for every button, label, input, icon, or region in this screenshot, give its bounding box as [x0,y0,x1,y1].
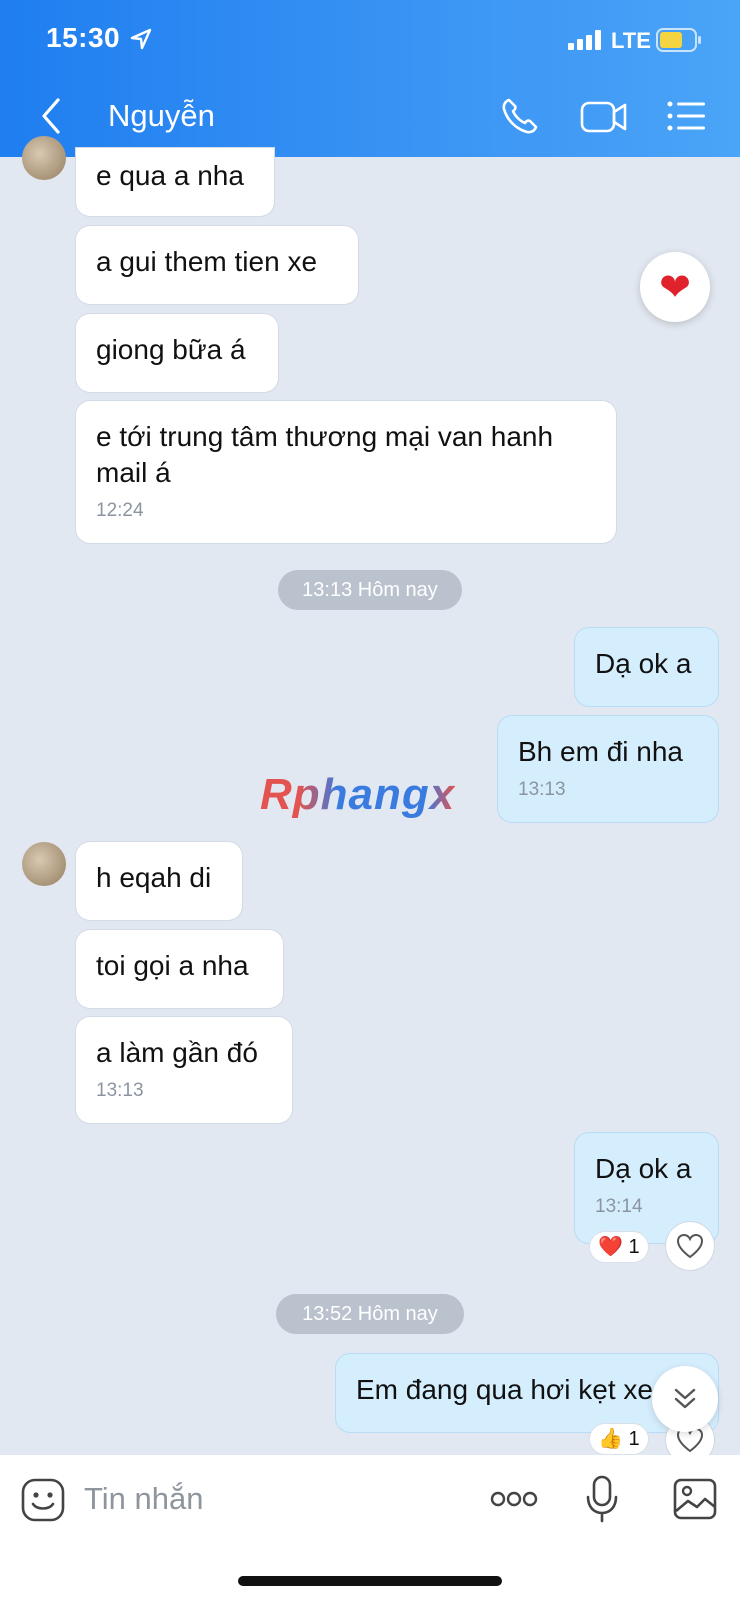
reaction-count: 1 [628,1236,640,1258]
message-time: 12:24 [96,500,144,521]
watermark: Rphangx [260,770,456,819]
reaction-count: 1 [628,1428,640,1450]
message-input[interactable]: Tin nhắn [84,1481,204,1517]
network-type: LTE [611,28,651,53]
microphone-icon[interactable] [584,1475,620,1528]
phone-call-icon[interactable] [500,96,540,141]
message-text: toi gọi a nha [96,950,249,981]
heart-reaction-icon[interactable]: ❤ [640,252,710,322]
incoming-message[interactable]: toi gọi a nha [76,930,283,1008]
reaction-chip[interactable]: ❤️ 1 [590,1232,648,1262]
message-text: e tới trung tâm thương mại van hanh mail… [96,421,554,488]
incoming-message[interactable]: a gui them tien xe [76,226,358,304]
image-gallery-icon[interactable] [672,1477,718,1526]
sticker-icon[interactable] [20,1477,66,1528]
message-text: a gui them tien xe [96,246,318,277]
message-time: 13:14 [595,1196,643,1217]
date-divider: 13:13 Hôm nay [278,570,462,610]
outgoing-message[interactable]: Dạ ok a [575,628,718,706]
contact-avatar[interactable] [22,842,66,886]
add-reaction-heart-button[interactable] [666,1222,714,1270]
battery-icon [656,28,702,57]
heart-reaction-icon: ❤️ [598,1236,623,1258]
incoming-message[interactable]: e qua a nha [76,148,274,216]
menu-list-icon[interactable] [666,100,706,137]
location-arrow-icon [130,28,152,55]
message-text: Bh em đi nha [518,736,683,767]
incoming-message[interactable]: giong bữa á [76,314,278,392]
message-text: a làm gần đó [96,1037,258,1068]
message-text: Dạ ok a [595,1153,692,1184]
message-text: h eqah di [96,862,212,893]
incoming-message[interactable]: e tới trung tâm thương mại van hanh mail… [76,401,616,543]
back-arrow-icon[interactable] [38,96,64,141]
contact-avatar[interactable] [22,136,66,180]
reaction-chip[interactable]: 👍 1 [590,1424,648,1454]
thumbs-up-reaction-icon: 👍 [598,1428,623,1450]
scroll-to-bottom-button[interactable] [652,1366,718,1432]
message-text: Dạ ok a [595,648,692,679]
message-text: Em đang qua hơi kẹt xe [356,1374,653,1405]
video-call-icon[interactable] [580,100,628,139]
outgoing-message[interactable]: Bh em đi nha 13:13 [498,716,718,822]
message-time: 13:13 [96,1080,144,1101]
incoming-message[interactable]: h eqah di [76,842,242,920]
more-options-icon[interactable] [490,1489,538,1514]
message-text: giong bữa á [96,334,246,365]
message-time: 13:13 [518,779,566,800]
chat-header: 15:30 LTE Nguyễn [0,0,740,157]
date-divider: 13:52 Hôm nay [276,1294,464,1334]
chat-title[interactable]: Nguyễn [108,98,215,134]
signal-icon [568,30,602,55]
home-indicator [238,1576,502,1586]
message-text: e qua a nha [96,160,244,191]
incoming-message[interactable]: a làm gần đó 13:13 [76,1017,292,1123]
status-time: 15:30 [46,22,121,53]
